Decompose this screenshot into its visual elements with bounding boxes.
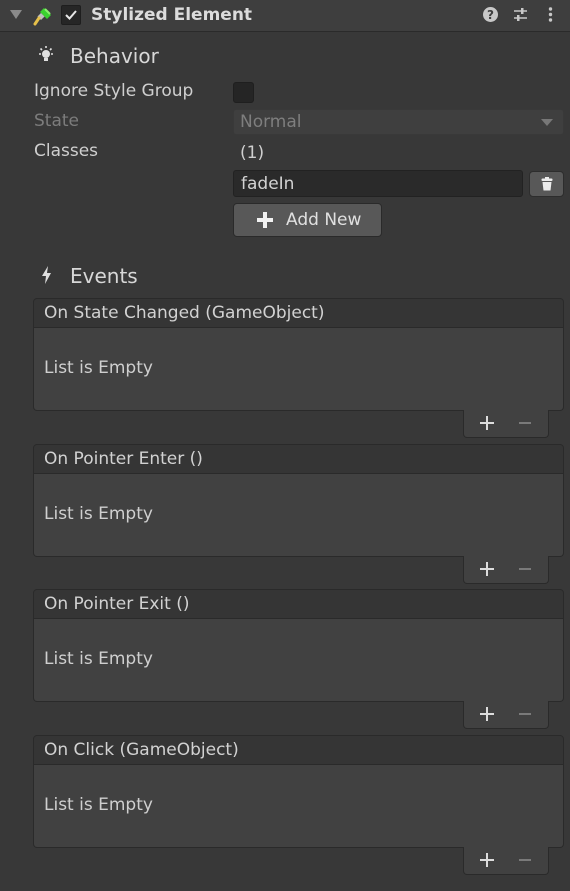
paintbrush-icon: [33, 8, 51, 26]
fold-arrow-icon[interactable]: [10, 10, 22, 19]
lightning-icon: [42, 266, 51, 284]
event-header-on-state-changed: On State Changed (GameObject): [33, 298, 564, 328]
trash-icon: [541, 177, 553, 191]
event-list-body: List is Empty: [33, 328, 564, 411]
ignore-style-group-label: Ignore Style Group: [34, 81, 194, 101]
event-header-on-pointer-exit: On Pointer Exit (): [33, 589, 564, 619]
empty-list-text: List is Empty: [44, 649, 153, 669]
remove-listener-icon[interactable]: [516, 414, 534, 432]
event-header-on-pointer-enter: On Pointer Enter (): [33, 444, 564, 474]
lightbulb-icon: [39, 46, 53, 61]
event-list-body: List is Empty: [33, 474, 564, 557]
svg-text:?: ?: [487, 8, 494, 22]
remove-listener-icon[interactable]: [516, 851, 534, 869]
event-header-on-click: On Click (GameObject): [33, 735, 564, 765]
state-label: State: [34, 111, 79, 131]
empty-list-text: List is Empty: [44, 504, 153, 524]
add-listener-icon[interactable]: [478, 705, 496, 723]
classes-label: Classes: [34, 141, 99, 161]
add-listener-icon[interactable]: [478, 414, 496, 432]
context-menu-icon[interactable]: [542, 6, 559, 23]
classes-count: (1): [240, 143, 265, 163]
help-icon[interactable]: ?: [482, 6, 499, 23]
add-listener-icon[interactable]: [478, 851, 496, 869]
event-list-footer: [463, 556, 549, 584]
class-item-value: fadeIn: [241, 174, 295, 194]
checkmark-icon: [65, 10, 77, 20]
component-title: Stylized Element: [91, 5, 253, 25]
delete-class-button[interactable]: [529, 171, 564, 197]
event-title: On Click (GameObject): [44, 740, 239, 760]
add-new-button[interactable]: Add New: [233, 203, 382, 237]
event-list-footer: [463, 410, 549, 438]
event-list-body: List is Empty: [33, 619, 564, 702]
component-header[interactable]: Stylized Element ?: [0, 0, 570, 32]
remove-listener-icon[interactable]: [516, 560, 534, 578]
events-section-title: Events: [70, 264, 138, 288]
presets-icon[interactable]: [512, 6, 529, 23]
event-title: On State Changed (GameObject): [44, 303, 325, 323]
add-new-label: Add New: [286, 210, 362, 230]
ignore-style-group-checkbox[interactable]: [233, 82, 254, 103]
behavior-section-title: Behavior: [70, 44, 159, 68]
empty-list-text: List is Empty: [44, 795, 153, 815]
class-item-field[interactable]: fadeIn: [233, 170, 523, 197]
remove-listener-icon[interactable]: [516, 705, 534, 723]
state-dropdown-value: Normal: [240, 112, 302, 132]
event-list-footer: [463, 701, 549, 729]
event-list-footer: [463, 847, 549, 875]
plus-icon: [257, 212, 273, 228]
event-list-body: List is Empty: [33, 765, 564, 848]
empty-list-text: List is Empty: [44, 358, 153, 378]
event-title: On Pointer Enter (): [44, 449, 203, 469]
state-dropdown[interactable]: Normal: [233, 109, 564, 135]
chevron-down-icon: [541, 119, 553, 126]
enable-checkbox[interactable]: [61, 5, 81, 25]
event-title: On Pointer Exit (): [44, 594, 190, 614]
add-listener-icon[interactable]: [478, 560, 496, 578]
